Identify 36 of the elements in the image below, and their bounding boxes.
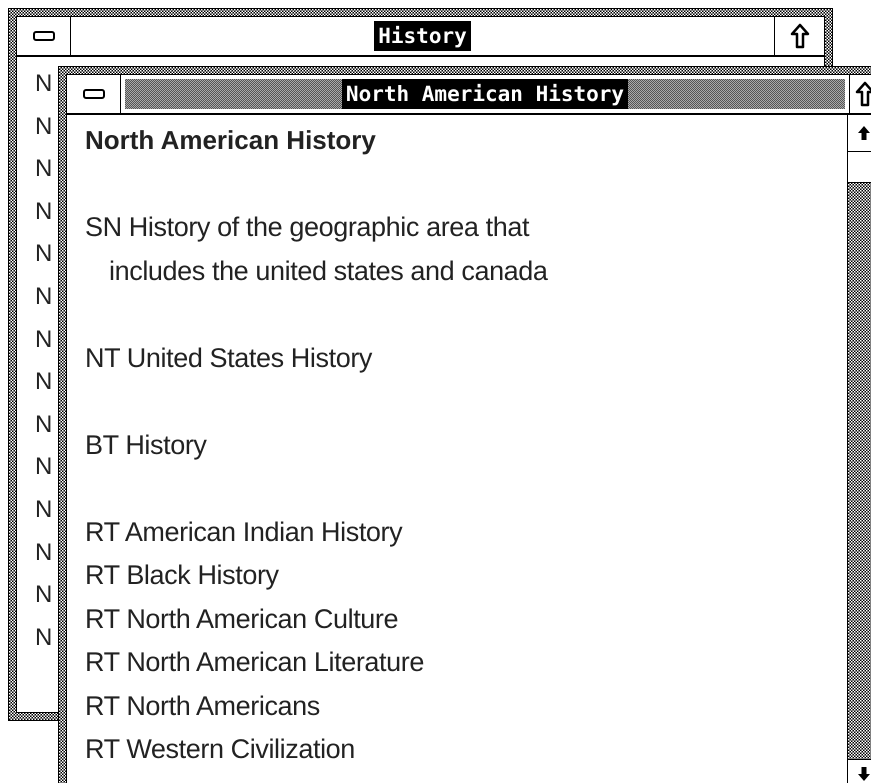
entry-text[interactable]: N bbox=[35, 276, 52, 319]
term-heading: North American History bbox=[85, 124, 377, 157]
reference-line[interactable]: RT North Americans bbox=[85, 684, 847, 728]
bar-icon bbox=[32, 31, 54, 41]
up-arrow-icon bbox=[790, 23, 810, 49]
entry-text[interactable]: N bbox=[35, 233, 52, 276]
entry-text[interactable]: N bbox=[35, 63, 52, 106]
window-title: History bbox=[374, 21, 471, 51]
reference-line[interactable]: RT North American Culture bbox=[85, 598, 847, 641]
up-arrow-icon bbox=[854, 81, 871, 107]
scope-note: SN History of the geographic area that includes the united states and canada bbox=[85, 211, 549, 288]
scroll-up-button[interactable] bbox=[848, 115, 871, 152]
reference-line[interactable]: BT History bbox=[85, 424, 847, 467]
entry-text[interactable]: N bbox=[35, 318, 52, 362]
reference-line[interactable]: RT North American Literature bbox=[85, 641, 847, 684]
down-arrow-icon bbox=[856, 766, 870, 782]
scrollbar-track[interactable] bbox=[847, 115, 871, 783]
entry-text[interactable]: N bbox=[35, 532, 52, 574]
entry-text[interactable]: N bbox=[35, 446, 52, 489]
scroll-thumb[interactable] bbox=[848, 152, 871, 183]
window-title: North American History bbox=[342, 79, 628, 109]
up-arrow-icon bbox=[856, 125, 870, 141]
entry-text[interactable]: N bbox=[35, 404, 52, 446]
entry-text[interactable]: N bbox=[35, 616, 52, 660]
reference-line[interactable]: RT Black History bbox=[85, 554, 847, 598]
bar-icon bbox=[82, 89, 104, 99]
entry-text[interactable]: N bbox=[35, 190, 52, 234]
entry-text[interactable]: N bbox=[35, 574, 52, 617]
entry-text[interactable]: N bbox=[35, 148, 52, 191]
reference-line[interactable]: NT United States History bbox=[85, 336, 847, 380]
entry-text[interactable]: N bbox=[35, 361, 52, 404]
entry-text[interactable]: N bbox=[35, 106, 52, 148]
reference-line[interactable]: RT American Indian History bbox=[85, 510, 847, 554]
maximize-button[interactable] bbox=[849, 75, 871, 113]
entry-text[interactable]: N bbox=[35, 488, 52, 532]
reference-line[interactable]: RT Western Civilization bbox=[85, 728, 847, 772]
